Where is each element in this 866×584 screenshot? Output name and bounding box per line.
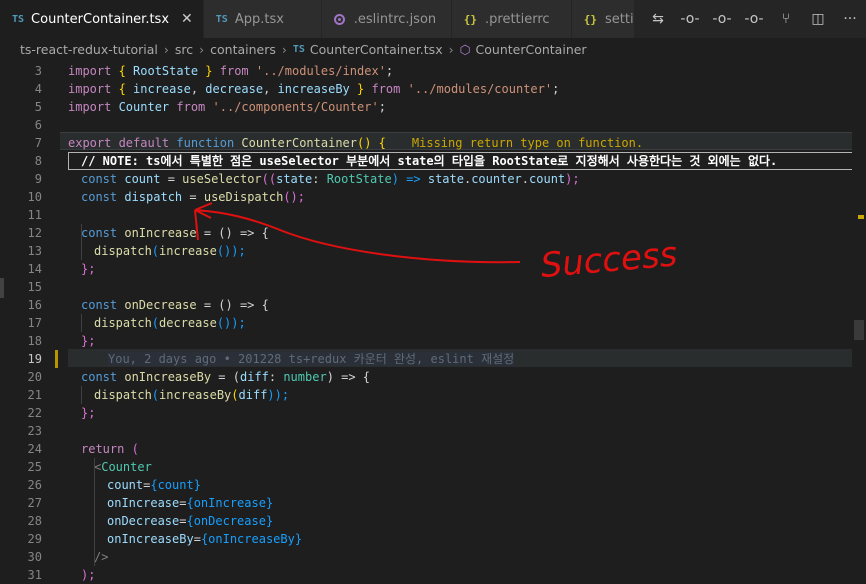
annotation-overlay: Success	[194, 202, 679, 286]
success-annotation: Success	[539, 234, 679, 286]
annotation-stroke	[194, 209, 199, 241]
annotation-arrow	[194, 209, 521, 264]
